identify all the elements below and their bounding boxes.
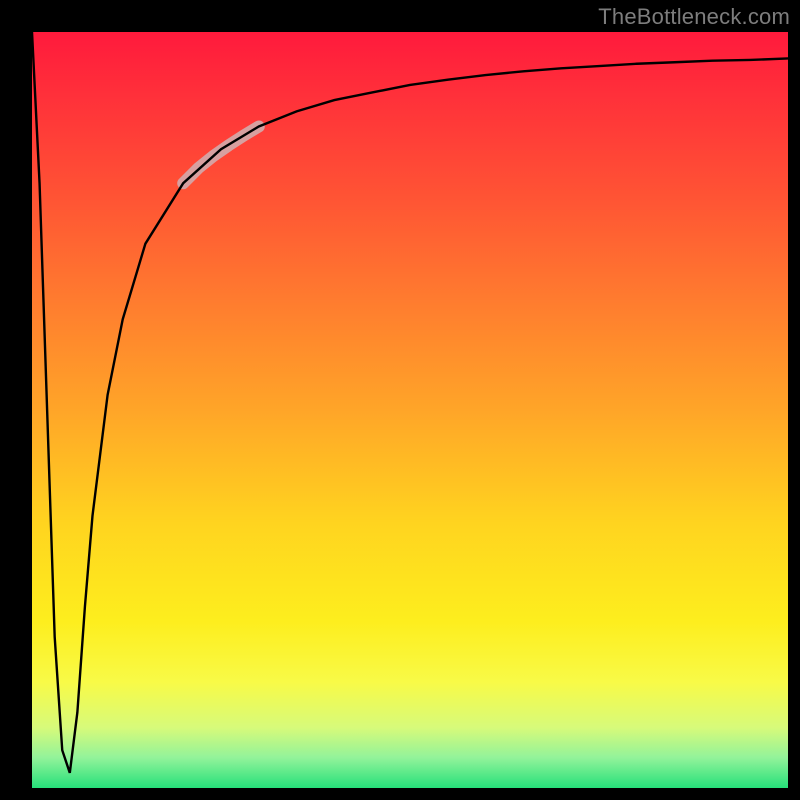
plot-area <box>32 32 788 788</box>
bottleneck-curve <box>32 32 788 773</box>
highlight-segment <box>183 127 259 184</box>
chart-stage: TheBottleneck.com <box>0 0 800 800</box>
watermark-text: TheBottleneck.com <box>598 4 790 30</box>
curve-svg <box>32 32 788 788</box>
